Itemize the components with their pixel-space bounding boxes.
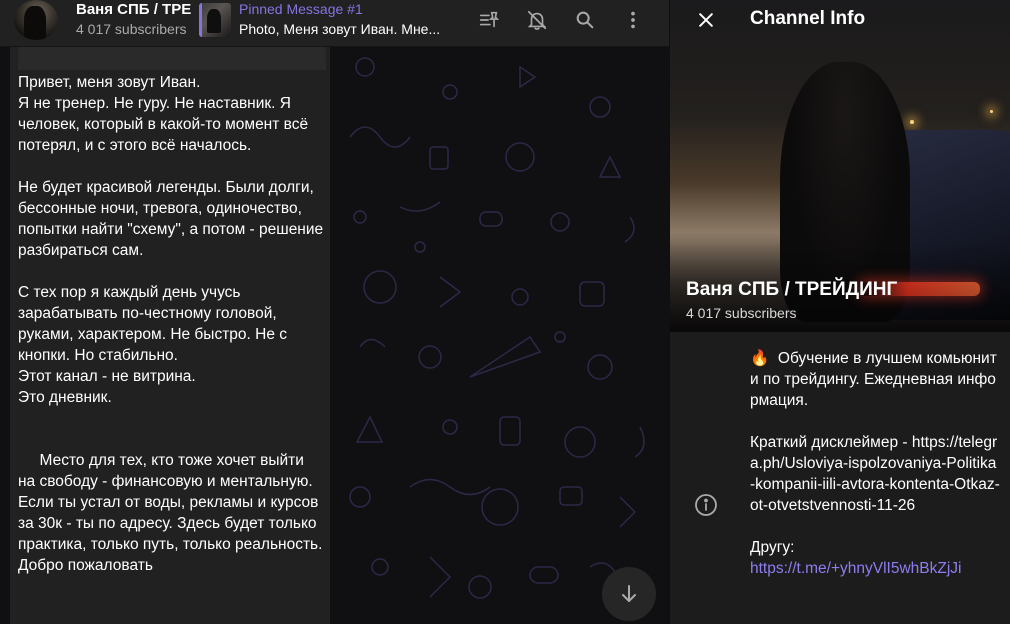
message-bubble[interactable]: Привет, меня зовут Иван. Я не тренер. Не… [10,47,330,624]
channel-subscribers-count: 4 017 subscribers [686,305,797,321]
pinned-message-title: Pinned Message #1 [239,1,363,17]
chat-header: Ваня СПБ / ТРЕЙДИНГ 4 017 subscribers Pi… [0,0,669,47]
arrow-down-icon [622,585,636,602]
scroll-to-bottom-button[interactable] [602,567,656,621]
search-icon [576,11,594,29]
info-icon [695,494,717,516]
mute-button[interactable] [519,5,555,35]
more-options-button[interactable] [615,5,651,35]
more-vertical-icon [631,11,635,29]
friend-invite-link[interactable]: https://t.me/+yhnyVlI5whBkZjJi [750,560,961,577]
close-panel-button[interactable] [692,6,720,34]
search-button[interactable] [567,5,603,35]
channel-description: 🔥 Обучение в лучшем комьюнити по трейдин… [750,348,1000,579]
close-icon [699,13,713,27]
channel-title[interactable]: Ваня СПБ / ТРЕЙДИНГ [76,1,192,19]
channel-name: Ваня СПБ / ТРЕЙДИНГ [686,279,898,300]
pinned-message-text: Photo, Меня зовут Иван. Мне... [239,21,441,37]
bell-off-icon [527,10,547,30]
pinned-list-icon [479,11,500,28]
channel-info-panel: Channel Info Ваня СПБ / ТРЕЙДИНГ 4 017 s… [669,0,1010,624]
message-photo[interactable] [18,47,326,70]
description-text: Обучение в лучшем комьюнити по трейдингу… [750,350,1000,556]
message-text: Привет, меня зовут Иван. Я не тренер. Не… [18,74,324,574]
pinned-message-bar[interactable]: Pinned Message #1 Photo, Меня зовут Иван… [193,0,443,46]
panel-title: Channel Info [750,8,866,29]
fire-emoji: 🔥 [750,350,770,367]
channel-avatar[interactable] [14,0,58,40]
pinned-message-thumbnail [199,3,231,37]
channel-subscribers: 4 017 subscribers [76,21,187,37]
chat-area: Привет, меня зовут Иван. Я не тренер. Не… [0,47,669,624]
pinned-list-button[interactable] [471,5,507,35]
